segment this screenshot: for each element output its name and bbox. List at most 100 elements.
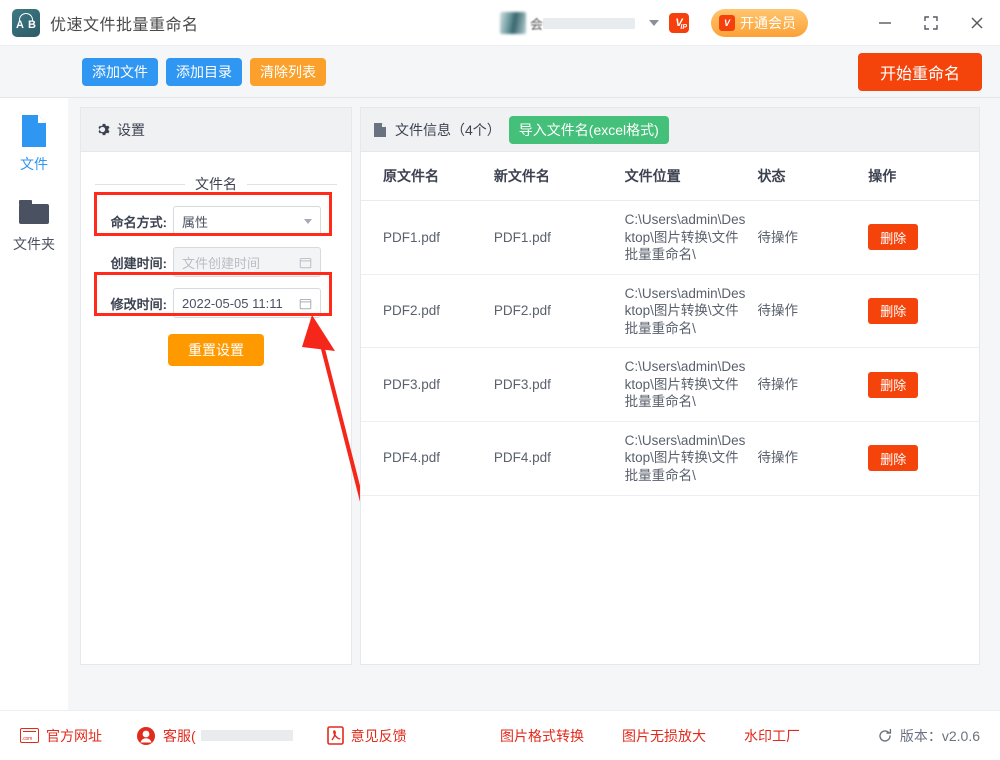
- image-lossless-enlarge-link[interactable]: 图片无损放大: [622, 726, 706, 746]
- delete-row-button[interactable]: 删除: [868, 445, 918, 471]
- column-header-original: 原文件名: [361, 152, 494, 201]
- feedback-link[interactable]: 意见反馈: [327, 726, 407, 746]
- delete-row-button[interactable]: 删除: [868, 224, 918, 250]
- delete-row-button[interactable]: 删除: [868, 298, 918, 324]
- sidebar-item-folder[interactable]: 文件夹: [0, 198, 68, 254]
- add-file-button[interactable]: 添加文件: [82, 58, 158, 86]
- modify-time-input[interactable]: 2022-05-05 11:11: [173, 288, 321, 318]
- logo-letter-b: B: [28, 20, 36, 31]
- sidebar-item-file[interactable]: 文件: [0, 114, 68, 174]
- table-row: PDF3.pdf PDF3.pdf C:\Users\admin\Desktop…: [361, 348, 979, 422]
- sidebar-item-folder-label: 文件夹: [13, 234, 55, 254]
- cell-status: 待操作: [757, 201, 868, 275]
- delete-row-button[interactable]: 删除: [868, 372, 918, 398]
- cell-status: 待操作: [757, 421, 868, 495]
- app-logo-icon: A B: [12, 9, 40, 37]
- maximize-icon: [923, 15, 939, 31]
- open-vip-button[interactable]: V 开通会员: [711, 9, 808, 37]
- settings-title: 设置: [117, 120, 145, 140]
- import-filenames-button[interactable]: 导入文件名(excel格式): [509, 116, 669, 144]
- cell-file-path: C:\Users\admin\Desktop\图片转换\文件批量重命名\: [625, 274, 758, 348]
- modify-time-value: 2022-05-05 11:11: [182, 296, 283, 311]
- cell-new-name: PDF2.pdf: [494, 274, 625, 348]
- modify-time-label: 修改时间:: [95, 294, 167, 313]
- window-controls: [862, 0, 1000, 46]
- naming-method-select[interactable]: 属性: [173, 206, 321, 236]
- footer-bar: 官方网址 客服( 意见反馈 图片格式转换 图片无损放: [0, 710, 1000, 760]
- customer-service-redaction: [201, 730, 293, 741]
- sidebar-item-file-label: 文件: [20, 154, 48, 174]
- file-list-panel: 文件信息（4个） 导入文件名(excel格式) 原文件名 新文件名 文件位置 状…: [360, 107, 980, 665]
- cell-original-name: PDF4.pdf: [361, 421, 494, 495]
- folder-icon: [17, 198, 51, 228]
- watermark-factory-link[interactable]: 水印工厂: [744, 726, 800, 746]
- create-time-input[interactable]: 文件创建时间: [173, 247, 321, 277]
- sidebar: 文件 文件夹: [0, 98, 68, 710]
- reset-settings-button[interactable]: 重置设置: [168, 334, 264, 366]
- naming-method-row: 命名方式: 属性: [95, 204, 351, 238]
- headset-icon: [136, 726, 156, 746]
- file-table: 原文件名 新文件名 文件位置 状态 操作 PDF1.pdf PDF1.pdf C…: [361, 152, 979, 496]
- table-row: PDF2.pdf PDF2.pdf C:\Users\admin\Desktop…: [361, 274, 979, 348]
- file-list-title: 文件信息（4个）: [395, 120, 501, 140]
- create-time-label: 创建时间:: [95, 253, 167, 272]
- cell-original-name: PDF3.pdf: [361, 348, 494, 422]
- official-website-link[interactable]: 官方网址: [20, 726, 102, 746]
- modify-time-row: 修改时间: 2022-05-05 11:11: [95, 286, 351, 320]
- minimize-button[interactable]: [862, 0, 908, 46]
- logo-letter-a: A: [16, 20, 24, 31]
- account-area[interactable]: 会 V IP V 开通会员: [500, 0, 808, 46]
- cell-action: 删除: [868, 421, 979, 495]
- cell-status: 待操作: [757, 348, 868, 422]
- table-header-row: 原文件名 新文件名 文件位置 状态 操作: [361, 152, 979, 201]
- start-rename-button[interactable]: 开始重命名: [858, 53, 982, 91]
- filename-section-divider: 文件名: [95, 174, 337, 194]
- document-icon: [373, 122, 387, 138]
- version-area[interactable]: 版本：v2.0.6: [877, 726, 980, 746]
- settings-panel: 设置 文件名 命名方式: 属性 创建时间: 文件创建时间: [80, 107, 352, 665]
- cell-action: 删除: [868, 274, 979, 348]
- column-header-action: 操作: [868, 152, 979, 201]
- gear-icon: [95, 122, 110, 137]
- image-format-convert-link[interactable]: 图片格式转换: [500, 726, 584, 746]
- vip-badge-icon: V IP: [669, 13, 689, 33]
- close-button[interactable]: [954, 0, 1000, 46]
- table-row: PDF4.pdf PDF4.pdf C:\Users\admin\Desktop…: [361, 421, 979, 495]
- com-icon: [20, 728, 39, 743]
- cell-new-name: PDF1.pdf: [494, 201, 625, 275]
- cell-original-name: PDF1.pdf: [361, 201, 494, 275]
- cell-new-name: PDF3.pdf: [494, 348, 625, 422]
- naming-method-value: 属性: [182, 212, 208, 231]
- minimize-icon: [877, 15, 893, 31]
- title-bar: A B 优速文件批量重命名 会 V IP V 开通会员: [0, 0, 1000, 46]
- table-row: PDF1.pdf PDF1.pdf C:\Users\admin\Desktop…: [361, 201, 979, 275]
- refresh-icon: [877, 728, 893, 744]
- vip-badge-sub: IP: [680, 24, 687, 31]
- cell-file-path: C:\Users\admin\Desktop\图片转换\文件批量重命名\: [625, 348, 758, 422]
- filename-section-label: 文件名: [195, 174, 237, 194]
- avatar: [500, 12, 526, 34]
- cell-original-name: PDF2.pdf: [361, 274, 494, 348]
- customer-service-link[interactable]: 客服(: [136, 726, 293, 746]
- cell-file-path: C:\Users\admin\Desktop\图片转换\文件批量重命名\: [625, 421, 758, 495]
- vip-mini-icon: V: [719, 15, 735, 31]
- close-icon: [969, 15, 985, 31]
- add-directory-button[interactable]: 添加目录: [166, 58, 242, 86]
- app-window: A B 优速文件批量重命名 会 V IP V 开通会员: [0, 0, 1000, 760]
- clear-list-button[interactable]: 清除列表: [250, 58, 326, 86]
- pdf-feedback-icon: [327, 726, 344, 745]
- calendar-icon: [299, 297, 312, 310]
- version-label: 版本：v2.0.6: [900, 726, 980, 746]
- cell-new-name: PDF4.pdf: [494, 421, 625, 495]
- official-website-label: 官方网址: [46, 726, 102, 746]
- maximize-button[interactable]: [908, 0, 954, 46]
- create-time-placeholder: 文件创建时间: [182, 253, 260, 272]
- column-header-newname: 新文件名: [494, 152, 625, 201]
- toolbar: 添加文件 添加目录 清除列表 开始重命名: [0, 46, 1000, 98]
- naming-method-label: 命名方式:: [95, 212, 167, 231]
- file-list-header: 文件信息（4个） 导入文件名(excel格式): [361, 108, 979, 152]
- user-name: 会: [530, 14, 543, 33]
- cell-status: 待操作: [757, 274, 868, 348]
- cell-action: 删除: [868, 348, 979, 422]
- chevron-down-icon[interactable]: [649, 20, 659, 26]
